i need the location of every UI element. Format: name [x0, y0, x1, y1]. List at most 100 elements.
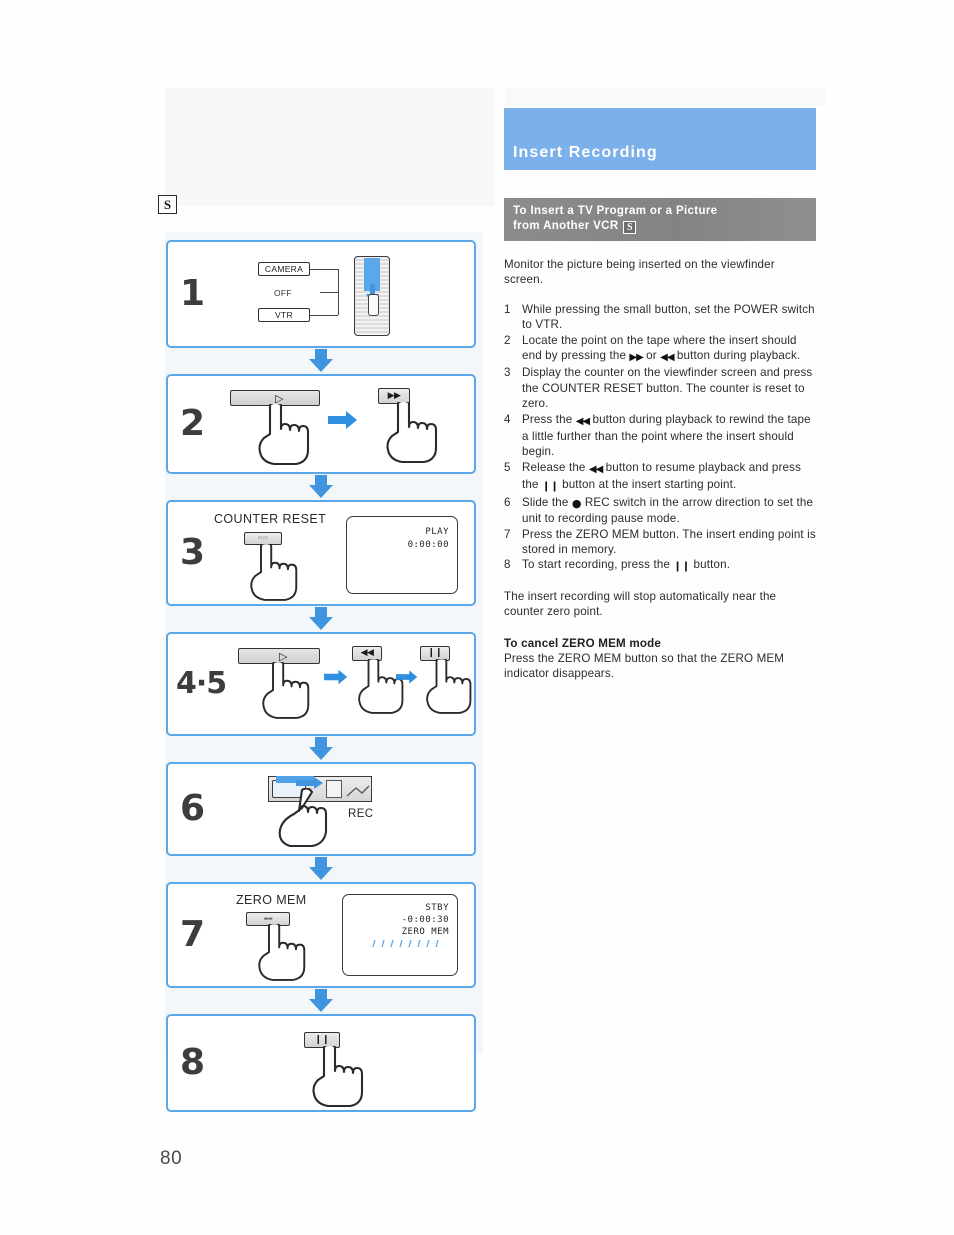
viewfinder-counter-text: -0:00:30: [401, 915, 449, 925]
subtitle-line-2-row: from Another VCR S: [513, 219, 807, 234]
intro-paragraph: Monitor the picture being inserted on th…: [504, 258, 775, 287]
rewind-button-glyph: ◀◀: [360, 648, 374, 658]
figure-panel-4-5: 4·5 ▷ ◀◀ ❙❙: [166, 632, 476, 736]
viewfinder-zero-mem-text: ZERO MEM: [401, 927, 449, 937]
page-title: Insert Recording: [513, 144, 658, 161]
figure-panel-6: 6 REC: [166, 762, 476, 856]
blinking-indicator-marks: [372, 939, 439, 948]
viewfinder-display: STBY -0:00:30 ZERO MEM: [342, 894, 458, 976]
closing-note: The insert recording will stop automatic…: [504, 589, 777, 619]
pointing-hand-icon: [262, 662, 310, 719]
switch-knob: [368, 294, 379, 316]
fast-forward-button-glyph: ▶▶: [387, 390, 401, 401]
step-item: 5 Release the ◀◀ button to resume playbac…: [504, 460, 816, 495]
play-button-glyph: ▷: [275, 392, 284, 405]
step-text: Press the ◀◀ button during playback to r…: [522, 412, 811, 459]
step-number: 8: [504, 558, 511, 572]
s-system-badge: S: [158, 195, 177, 214]
subtitle-line-1: To Insert a TV Program or a Picture: [513, 205, 718, 217]
step-number: 5: [504, 460, 511, 474]
viewfinder-mode-text: PLAY: [425, 527, 449, 537]
sliding-hand-icon: [278, 788, 328, 848]
flow-arrow-3-45: [166, 606, 476, 632]
cancel-section-body: Press the ZERO MEM button so that the ZE…: [504, 651, 785, 681]
pause-glyph: ❙❙: [673, 561, 691, 573]
step-item: 3 Display the counter on the viewfinder s…: [504, 365, 816, 411]
scan-tint: [165, 88, 495, 206]
step-text: Display the counter on the viewfinder sc…: [522, 366, 813, 411]
flow-arrow-right: [328, 411, 357, 429]
step-item: 8 To start recording, press the ❙❙ button…: [504, 557, 816, 574]
text-column: Insert Recording To Insert a TV Program …: [504, 108, 816, 682]
lead-line: [338, 269, 339, 315]
switch-label-vtr: VTR: [258, 308, 310, 322]
rewind-glyph: ◀◀: [588, 463, 603, 475]
figure-column: 1 CAMERA OFF VTR 2 ▷ ▶▶ 3 COUNTER RESET …: [166, 240, 476, 1112]
rec-icon: [346, 785, 370, 797]
s-system-badge-inline: S: [623, 221, 637, 234]
pointing-hand-icon: [250, 544, 298, 601]
step-number: 4: [504, 412, 511, 426]
lead-line: [310, 315, 338, 316]
step-number: 2: [504, 333, 511, 347]
step-number: 3: [504, 366, 511, 380]
figure-panel-8: 8 ❙❙: [166, 1014, 476, 1112]
step-item: 6 Slide the ● REC switch in the arrow dir…: [504, 495, 816, 527]
step-item: 7 Press the ZERO MEM button. The insert e…: [504, 527, 816, 558]
counter-reset-label: COUNTER RESET: [214, 512, 327, 526]
fast-forward-glyph: ▶▶: [629, 352, 643, 364]
viewfinder-display: PLAY 0:00:00: [346, 516, 458, 594]
pointing-hand-icon: [258, 404, 310, 466]
steps-list: 1 While pressing the small button, set th…: [504, 302, 816, 575]
viewfinder-mode-text: STBY: [425, 903, 449, 913]
step-item: 4 Press the ◀◀ button during playback to …: [504, 412, 816, 460]
flow-arrow-6-7: [166, 856, 476, 882]
page-number: 80: [160, 1148, 183, 1169]
zero-mem-label: ZERO MEM: [236, 893, 307, 907]
subtitle-line-2: from Another VCR: [513, 220, 619, 232]
flow-arrow-45-6: [166, 736, 476, 762]
rewind-glyph: ◀◀: [575, 415, 590, 427]
step-text: While pressing the small button, set the…: [522, 302, 815, 332]
figure-panel-7: 7 ZERO MEM ▬▬ STBY -0:00:30 ZERO MEM: [166, 882, 476, 988]
step-text: Release the ◀◀ button to resume playback…: [522, 460, 816, 495]
step-text: To start recording, press the ❙❙ button.: [522, 557, 816, 574]
step-number: 6: [504, 495, 511, 509]
step-text: Slide the ● REC switch in the arrow dire…: [522, 495, 814, 526]
step-text: Locate the point on the tape where the i…: [522, 333, 816, 366]
pointing-hand-icon: [258, 924, 306, 981]
lead-line: [310, 269, 338, 270]
section-subtitle-bar: To Insert a TV Program or a Picture from…: [504, 198, 816, 241]
flow-arrow-1-2: [166, 348, 476, 374]
scan-tint: [505, 88, 825, 106]
lead-line: [320, 292, 338, 293]
pointing-hand-icon: [386, 402, 438, 464]
body-text: Monitor the picture being inserted on th…: [504, 257, 816, 682]
viewfinder-counter-text: 0:00:00: [407, 540, 449, 550]
pause-button-glyph: ❙❙: [427, 648, 443, 658]
flow-arrow-7-8: [166, 988, 476, 1014]
step-number: 7: [504, 527, 511, 541]
play-button-glyph: ▷: [279, 650, 288, 663]
pause-glyph: ❙❙: [541, 481, 559, 493]
manual-page: S 1 CAMERA OFF VTR 2 ▷ ▶▶ 3 COUNTER RESE…: [0, 0, 954, 1235]
figure-panel-1: 1 CAMERA OFF VTR: [166, 240, 476, 348]
pointing-hand-icon: [426, 659, 472, 714]
step-number: 1: [504, 302, 511, 316]
rewind-glyph: ◀◀: [660, 352, 674, 364]
section-title-bar: Insert Recording: [504, 108, 816, 170]
flow-arrow-2-3: [166, 474, 476, 500]
figure-panel-2: 2 ▷ ▶▶: [166, 374, 476, 474]
cancel-section-heading: To cancel ZERO MEM mode: [504, 636, 662, 650]
switch-label-camera: CAMERA: [258, 262, 310, 276]
step-text: Press the ZERO MEM button. The insert en…: [522, 527, 816, 556]
figure-panel-3: 3 COUNTER RESET ▭▭ PLAY 0:00:00: [166, 500, 476, 606]
pointing-hand-icon: [312, 1046, 364, 1108]
rec-label: REC: [348, 808, 374, 820]
flow-arrow-right: [324, 669, 348, 685]
step-item: 1 While pressing the small button, set th…: [504, 302, 816, 333]
switch-label-off: OFF: [274, 288, 292, 298]
pause-button-glyph: ❙❙: [314, 1034, 330, 1045]
step-item: 2 Locate the point on the tape where the …: [504, 333, 816, 366]
record-dot-glyph: ●: [571, 496, 582, 510]
